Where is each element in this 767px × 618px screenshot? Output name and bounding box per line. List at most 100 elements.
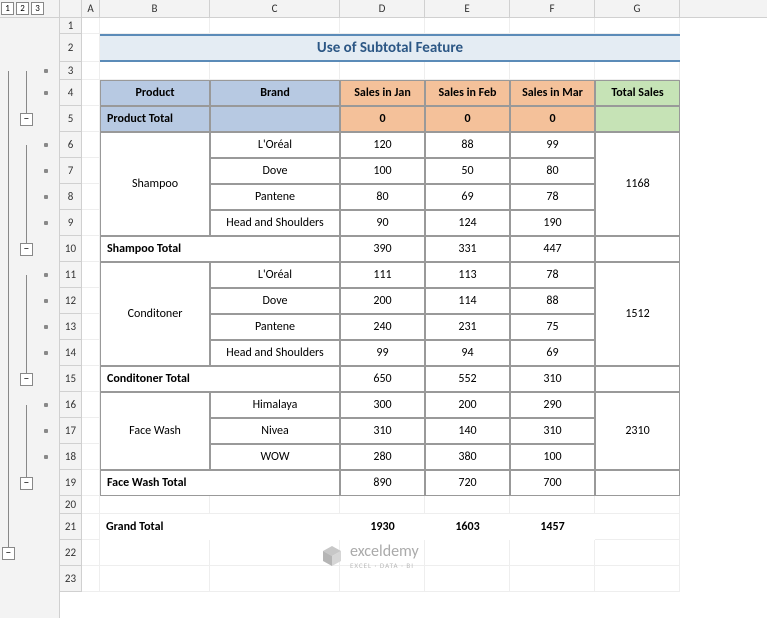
row-header-22[interactable]: 22 — [60, 540, 82, 566]
group-total-1: 1512 — [595, 262, 680, 366]
row-header-10[interactable]: 10 — [60, 236, 82, 262]
brand-cell: Dove — [210, 158, 340, 184]
product-name-0: Shampoo — [100, 132, 210, 236]
row-header-7[interactable]: 7 — [60, 158, 82, 184]
subtotal-jan-2: 890 — [340, 470, 425, 496]
jan-cell: 80 — [340, 184, 425, 210]
subtotal-mar-1: 310 — [510, 366, 595, 392]
row-header-2[interactable]: 2 — [60, 34, 82, 62]
subtotal-total-0 — [595, 236, 680, 262]
brand-cell: Head and Shoulders — [210, 340, 340, 366]
outline-dot — [44, 221, 48, 225]
feb-cell: 140 — [425, 418, 510, 444]
outline-dot — [44, 169, 48, 173]
row-header-16[interactable]: 16 — [60, 392, 82, 418]
outline-collapse-group-0[interactable]: − — [20, 113, 33, 126]
outline-dot — [44, 143, 48, 147]
jan-cell: 120 — [340, 132, 425, 158]
mar-cell: 88 — [510, 288, 595, 314]
row-header-14[interactable]: 14 — [60, 340, 82, 366]
subtotal-label-1: Conditoner Total — [100, 366, 340, 392]
feb-cell: 231 — [425, 314, 510, 340]
brand-cell: Pantene — [210, 314, 340, 340]
row-header-5[interactable]: 5 — [60, 106, 82, 132]
jan-cell: 310 — [340, 418, 425, 444]
subtotal-mar-2: 700 — [510, 470, 595, 496]
feb-cell: 124 — [425, 210, 510, 236]
outline-dot — [44, 91, 48, 95]
row-header-11[interactable]: 11 — [60, 262, 82, 288]
row-header-12[interactable]: 12 — [60, 288, 82, 314]
column-header-F[interactable]: F — [510, 0, 595, 17]
header-brand: Brand — [210, 80, 340, 106]
subtotal-jan-1: 650 — [340, 366, 425, 392]
brand-cell: Head and Shoulders — [210, 210, 340, 236]
subtotal-label-0: Shampoo Total — [100, 236, 340, 262]
outline-level-1[interactable]: 1 — [1, 2, 14, 15]
feb-cell: 94 — [425, 340, 510, 366]
jan-cell: 100 — [340, 158, 425, 184]
page-title: Use of Subtotal Feature — [100, 34, 680, 62]
column-header-A[interactable]: A — [82, 0, 100, 17]
row-header-19[interactable]: 19 — [60, 470, 82, 496]
row-header-1[interactable]: 1 — [60, 18, 82, 34]
column-headers: ABCDEFG — [60, 0, 767, 18]
logo-text: exceldemy — [350, 542, 419, 561]
brand-cell: L'Oréal — [210, 132, 340, 158]
mar-cell: 69 — [510, 340, 595, 366]
feb-cell: 88 — [425, 132, 510, 158]
column-header-C[interactable]: C — [210, 0, 340, 17]
grand-total-feb: 1603 — [425, 514, 510, 540]
group-total-2: 2310 — [595, 392, 680, 470]
column-header-B[interactable]: B — [100, 0, 210, 17]
outline-collapse-group-1[interactable]: − — [20, 243, 33, 256]
column-header-rowcol[interactable] — [60, 0, 82, 17]
subtotal-jan-0: 390 — [340, 236, 425, 262]
outline-dot — [44, 195, 48, 199]
row-header-20[interactable]: 20 — [60, 496, 82, 514]
jan-cell: 99 — [340, 340, 425, 366]
brand-cell: WOW — [210, 444, 340, 470]
outline-panel: 1 2 3 − − − − − — [0, 0, 60, 618]
outline-collapse-group-2[interactable]: − — [20, 373, 33, 386]
outline-dot — [44, 403, 48, 407]
row-header-9[interactable]: 9 — [60, 210, 82, 236]
mar-cell: 190 — [510, 210, 595, 236]
cube-icon — [320, 544, 344, 568]
subtotal-feb-0: 331 — [425, 236, 510, 262]
outline-level-3[interactable]: 3 — [31, 2, 44, 15]
row-header-13[interactable]: 13 — [60, 314, 82, 340]
product-total-total — [595, 106, 680, 132]
grand-total-label: Grand Total — [100, 514, 340, 540]
outline-level-2[interactable]: 2 — [16, 2, 29, 15]
jan-cell: 280 — [340, 444, 425, 470]
subtotal-total-2 — [595, 470, 680, 496]
mar-cell: 290 — [510, 392, 595, 418]
subtotal-feb-1: 552 — [425, 366, 510, 392]
row-header-15[interactable]: 15 — [60, 366, 82, 392]
row-header-18[interactable]: 18 — [60, 444, 82, 470]
column-header-E[interactable]: E — [425, 0, 510, 17]
header-total: Total Sales — [595, 80, 680, 106]
outline-collapse-group-3[interactable]: − — [20, 477, 33, 490]
column-header-D[interactable]: D — [340, 0, 425, 17]
row-header-4[interactable]: 4 — [60, 80, 82, 106]
brand-cell: Himalaya — [210, 392, 340, 418]
row-header-3[interactable]: 3 — [60, 62, 82, 80]
mar-cell: 78 — [510, 262, 595, 288]
feb-cell: 50 — [425, 158, 510, 184]
product-total-mar: 0 — [510, 106, 595, 132]
row-header-21[interactable]: 21 — [60, 514, 82, 540]
header-feb: Sales in Feb — [425, 80, 510, 106]
product-name-2: Face Wash — [100, 392, 210, 470]
row-header-23[interactable]: 23 — [60, 566, 82, 592]
column-header-G[interactable]: G — [595, 0, 680, 17]
grand-total-mar: 1457 — [510, 514, 595, 540]
row-header-8[interactable]: 8 — [60, 184, 82, 210]
row-header-6[interactable]: 6 — [60, 132, 82, 158]
product-name-1: Conditoner — [100, 262, 210, 366]
row-header-17[interactable]: 17 — [60, 418, 82, 444]
outline-dot — [44, 429, 48, 433]
brand-cell: Dove — [210, 288, 340, 314]
outline-collapse-all[interactable]: − — [2, 547, 15, 560]
